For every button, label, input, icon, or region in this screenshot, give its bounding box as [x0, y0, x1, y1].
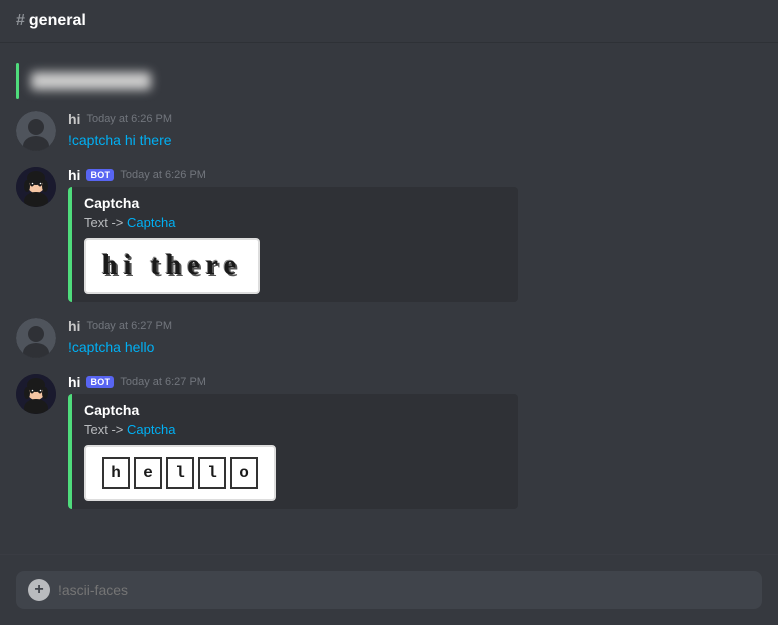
avatar	[16, 167, 56, 207]
avatar	[16, 374, 56, 414]
message-content: hi Today at 6:26 PM !captcha hi there	[68, 111, 762, 151]
input-area: +	[0, 563, 778, 625]
embed-title: Captcha	[84, 402, 506, 418]
avatar-image	[16, 318, 56, 358]
captcha-letter: l	[166, 457, 194, 489]
message-header: hi Today at 6:26 PM	[68, 111, 762, 127]
username: hi	[68, 318, 80, 334]
captcha-image-1: hi there	[84, 238, 260, 294]
channel-header: #general	[0, 0, 778, 43]
input-box: +	[16, 571, 762, 609]
divider	[0, 554, 778, 555]
embed-captcha-label: Captcha	[127, 422, 175, 437]
add-file-button[interactable]: +	[28, 579, 50, 601]
captcha-hello: h e l l o	[102, 457, 258, 489]
embed-title: Captcha	[84, 195, 506, 211]
bot-badge: BOT	[86, 376, 114, 388]
stub-message	[0, 59, 778, 103]
bot-badge: BOT	[86, 169, 114, 181]
command-args: hi there	[125, 132, 172, 148]
message-content: hi BOT Today at 6:27 PM Captcha Text -> …	[68, 374, 762, 509]
username: hi	[68, 374, 80, 390]
embed-text-label: Text ->	[84, 422, 127, 437]
message-input[interactable]	[58, 582, 750, 598]
messages-container: hi Today at 6:26 PM !captcha hi there	[0, 43, 778, 546]
channel-hash: #	[16, 12, 25, 29]
message-content: hi Today at 6:27 PM !captcha hello	[68, 318, 762, 358]
captcha-letter: o	[230, 457, 258, 489]
message-group: hi Today at 6:26 PM !captcha hi there	[0, 107, 778, 155]
captcha-text-1: hi there	[102, 250, 242, 281]
channel-title: #general	[16, 12, 86, 30]
embed: Captcha Text -> Captcha hi there	[68, 187, 518, 302]
message-group: hi BOT Today at 6:27 PM Captcha Text -> …	[0, 370, 778, 513]
timestamp: Today at 6:27 PM	[86, 320, 172, 332]
avatar	[16, 111, 56, 151]
timestamp: Today at 6:27 PM	[120, 376, 206, 388]
command-prefix: !captcha	[68, 132, 125, 148]
embed: Captcha Text -> Captcha h e l l o	[68, 394, 518, 509]
username: hi	[68, 111, 80, 127]
message-text: !captcha hi there	[68, 131, 762, 151]
command-prefix: !captcha	[68, 339, 125, 355]
username: hi	[68, 167, 80, 183]
command-args: hello	[125, 339, 155, 355]
captcha-letter: l	[198, 457, 226, 489]
message-header: hi Today at 6:27 PM	[68, 318, 762, 334]
message-header: hi BOT Today at 6:26 PM	[68, 167, 762, 183]
message-group: hi Today at 6:27 PM !captcha hello	[0, 314, 778, 362]
message-header: hi BOT Today at 6:27 PM	[68, 374, 762, 390]
captcha-image-2: h e l l o	[84, 445, 276, 501]
avatar	[16, 318, 56, 358]
message-content: hi BOT Today at 6:26 PM Captcha Text -> …	[68, 167, 762, 302]
embed-text-label: Text ->	[84, 215, 127, 230]
message-text: !captcha hello	[68, 338, 762, 358]
embed-description: Text -> Captcha	[84, 422, 506, 437]
blurred-content	[31, 72, 151, 90]
timestamp: Today at 6:26 PM	[86, 113, 172, 125]
message-group: hi BOT Today at 6:26 PM Captcha Text -> …	[0, 163, 778, 306]
embed-captcha-label: Captcha	[127, 215, 175, 230]
avatar-image	[16, 374, 56, 414]
avatar-image	[16, 111, 56, 151]
embed-description: Text -> Captcha	[84, 215, 506, 230]
avatar-image	[16, 167, 56, 207]
timestamp: Today at 6:26 PM	[120, 169, 206, 181]
captcha-letter: h	[102, 457, 130, 489]
stub-bar	[16, 63, 19, 99]
captcha-letter: e	[134, 457, 162, 489]
